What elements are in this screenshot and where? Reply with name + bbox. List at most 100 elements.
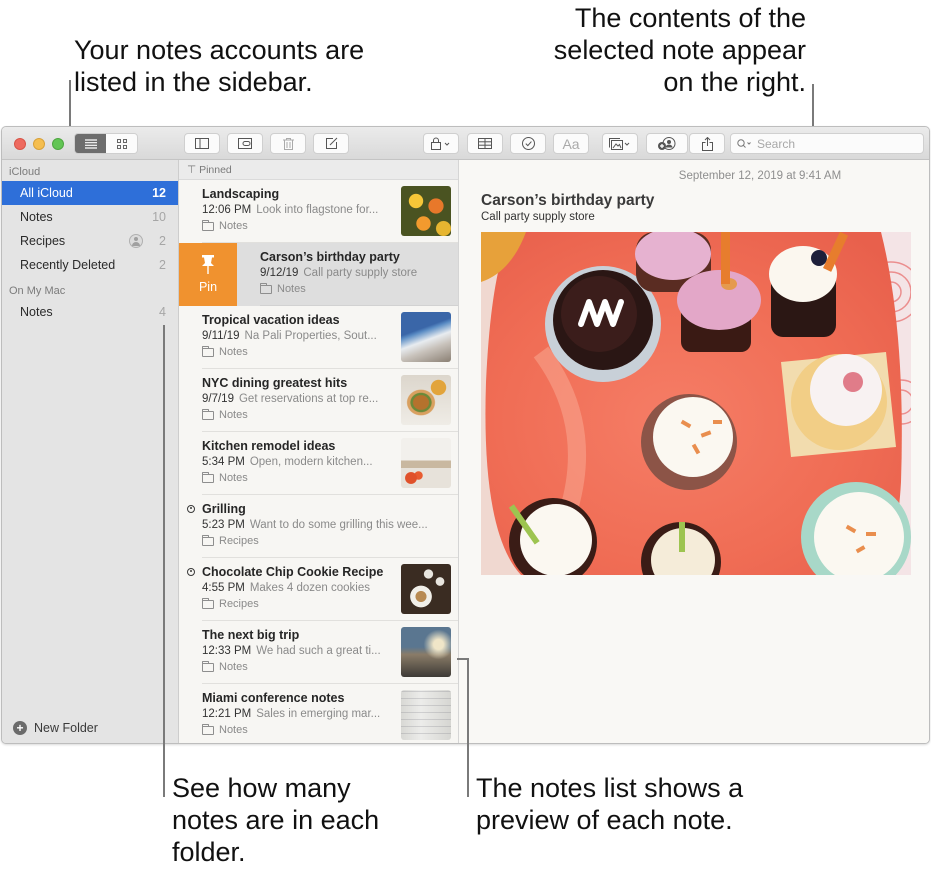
note-count: 2 xyxy=(159,234,166,248)
note-thumbnail-kitchen xyxy=(401,438,451,488)
sidebar-item-mac-notes[interactable]: Notes 4 xyxy=(2,300,178,324)
attachments-icon xyxy=(237,138,252,149)
leader-line xyxy=(163,325,165,797)
note-editor[interactable]: September 12, 2019 at 9:41 AM Carson’s b… xyxy=(459,160,929,743)
sidebar-item-notes[interactable]: Notes 10 xyxy=(2,205,178,229)
sidebar-item-recently-deleted[interactable]: Recently Deleted 2 xyxy=(2,253,178,277)
note-item[interactable]: NYC dining greatest hits 9/7/19 Get reser… xyxy=(179,369,458,432)
media-button[interactable] xyxy=(602,133,638,154)
note-thumbnail-flowers xyxy=(401,186,451,236)
note-count: 4 xyxy=(159,305,166,319)
note-folder: Notes xyxy=(219,409,248,421)
note-editor-body[interactable]: Call party supply store xyxy=(481,211,595,223)
list-view-button[interactable] xyxy=(75,134,106,153)
note-item[interactable]: Landscaping 12:06 PM Look into flagstone … xyxy=(179,180,458,243)
note-item-selected[interactable]: Pin Carson’s birthday party 9/12/19 Call … xyxy=(179,243,458,306)
folder-icon xyxy=(202,723,214,735)
new-note-button[interactable] xyxy=(313,133,349,154)
pinned-label: Pinned xyxy=(199,164,232,176)
note-count: 10 xyxy=(152,210,166,224)
sidebar-item-all-icloud[interactable]: All iCloud 12 xyxy=(2,181,178,205)
note-snippet: Look into flagstone for... xyxy=(256,204,379,216)
pin-action-button[interactable]: Pin xyxy=(179,243,237,306)
note-title: Carson’s birthday party xyxy=(260,250,400,264)
leader-line xyxy=(457,658,468,660)
note-editor-title[interactable]: Carson’s birthday party xyxy=(481,192,654,210)
table-icon xyxy=(478,138,492,149)
shared-folder-icon xyxy=(202,597,214,609)
plus-circle-icon: + xyxy=(13,721,27,735)
note-thumbnail-cookies xyxy=(401,564,451,614)
toolbar: Aa xyxy=(2,127,929,160)
sidebar-item-label: Recently Deleted xyxy=(20,258,116,272)
note-item[interactable]: Kitchen remodel ideas 5:34 PM Open, moder… xyxy=(179,432,458,495)
checklist-icon xyxy=(521,137,535,150)
add-people-button[interactable] xyxy=(646,133,688,154)
note-item[interactable]: Grilling 5:23 PM Want to do some grilling… xyxy=(179,495,458,558)
sidebar-section-icloud: iCloud xyxy=(9,166,41,178)
note-item[interactable]: Chocolate Chip Cookie Recipe 4:55 PM Make… xyxy=(179,558,458,621)
cupcakes-photo-art xyxy=(481,232,911,575)
note-thumbnail-bike xyxy=(401,627,451,677)
note-count: 12 xyxy=(152,186,166,200)
note-item[interactable]: Tropical vacation ideas 9/11/19 Na Pali P… xyxy=(179,306,458,369)
callout-counts: See how many notes are in each folder. xyxy=(172,773,380,867)
search-input[interactable] xyxy=(757,136,907,151)
lock-button[interactable] xyxy=(423,133,459,154)
note-title: NYC dining greatest hits xyxy=(202,376,348,390)
new-folder-label: New Folder xyxy=(34,721,98,735)
note-folder: Notes xyxy=(219,220,248,232)
sidebar-item-recipes[interactable]: Recipes 2 xyxy=(2,229,178,253)
leader-line xyxy=(467,658,469,797)
add-people-icon xyxy=(658,136,676,150)
sidebar-item-label: Notes xyxy=(20,305,53,319)
callout-notes-list: The notes list shows a preview of each n… xyxy=(476,773,744,835)
note-item[interactable]: The next big trip 12:33 PM We had such a … xyxy=(179,621,458,684)
share-button[interactable] xyxy=(689,133,725,154)
search-icon xyxy=(737,138,751,148)
folder-icon xyxy=(202,345,214,357)
note-date: 12:21 PM xyxy=(202,708,252,720)
toggle-sidebar-button[interactable] xyxy=(184,133,220,154)
note-date: 12:06 PM xyxy=(202,204,252,216)
note-snippet: Makes 4 dozen cookies xyxy=(249,582,371,594)
note-folder: Notes xyxy=(277,283,306,295)
folder-icon xyxy=(202,408,214,420)
search-field[interactable] xyxy=(730,133,924,154)
note-thumbnail-sketch xyxy=(401,690,451,740)
sidebar-icon xyxy=(195,138,209,149)
checklist-button[interactable] xyxy=(510,133,546,154)
note-date: 9/12/19 xyxy=(260,267,299,279)
zoom-button[interactable] xyxy=(52,138,64,150)
format-button[interactable]: Aa xyxy=(553,133,589,154)
shared-folder-icon xyxy=(202,534,214,546)
gallery-view-button[interactable] xyxy=(106,134,137,153)
note-title: Kitchen remodel ideas xyxy=(202,439,336,453)
note-timestamp: September 12, 2019 at 9:41 AM xyxy=(678,170,842,182)
close-button[interactable] xyxy=(14,138,26,150)
minimize-button[interactable] xyxy=(33,138,45,150)
note-folder: Recipes xyxy=(219,535,259,547)
note-item[interactable]: Miami conference notes 12:21 PM Sales in … xyxy=(179,684,458,743)
trash-icon xyxy=(282,137,294,150)
attachments-button[interactable] xyxy=(227,133,263,154)
note-date: 12:33 PM xyxy=(202,645,252,657)
note-thumbnail-coast xyxy=(401,312,451,362)
folder-icon xyxy=(260,282,272,294)
note-snippet: We had such a great ti... xyxy=(256,645,381,657)
folder-icon xyxy=(202,471,214,483)
table-button[interactable] xyxy=(467,133,503,154)
note-folder: Notes xyxy=(219,724,248,736)
note-date: 9/7/19 xyxy=(202,393,234,405)
new-folder-button[interactable]: + New Folder xyxy=(13,721,98,735)
sidebar-section-on-my-mac: On My Mac xyxy=(9,285,66,297)
note-folder: Notes xyxy=(219,472,248,484)
note-date: 5:23 PM xyxy=(202,519,245,531)
shared-note-icon xyxy=(187,505,195,513)
delete-button[interactable] xyxy=(270,133,306,154)
photo-icon xyxy=(609,137,630,150)
note-thumbnail-burger xyxy=(401,375,451,425)
cupcakes-photo[interactable] xyxy=(481,232,911,575)
note-snippet: Get reservations at top re... xyxy=(238,393,379,405)
sidebar: iCloud All iCloud 12 Notes 10 Recipes 2 … xyxy=(2,160,179,743)
